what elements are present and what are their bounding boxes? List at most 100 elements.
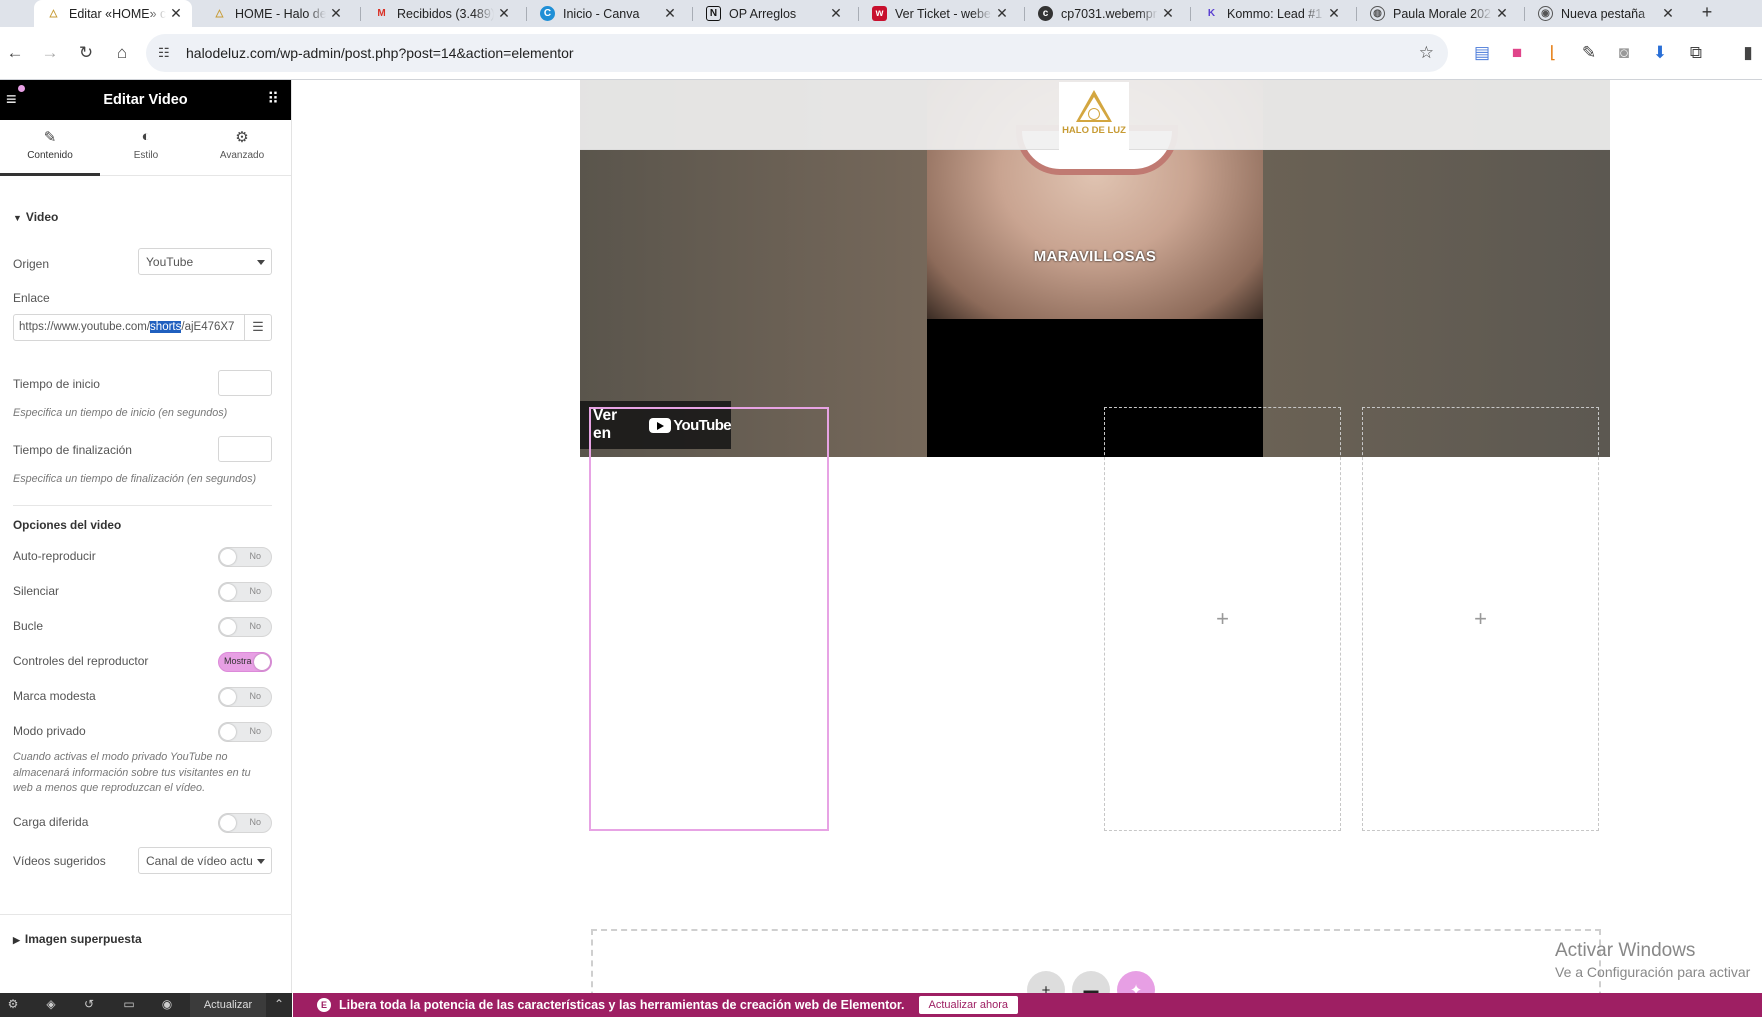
add-widget-plus-icon[interactable]: + [1105,606,1340,632]
tab-op-arreglos[interactable]: N OP Arreglos ✕ [694,0,852,27]
close-tab-icon[interactable]: ✕ [660,5,680,22]
origen-select[interactable]: YouTube [138,248,272,275]
chrome-icon: ◉ [1538,6,1553,21]
responsive-mode-icon[interactable]: ▭ [120,997,138,1015]
empty-column[interactable]: + [1362,407,1599,831]
dynamic-tags-icon[interactable]: ☰ [244,315,271,340]
lazy-load-switch[interactable]: No [218,813,272,833]
tab-estilo[interactable]: ◐ Estilo [96,120,196,176]
settings-icon[interactable]: ⚙ [4,997,22,1015]
origen-label: Origen [13,257,50,271]
toggle-label: Controles del reproductor [13,654,149,668]
extension-eyedropper-icon[interactable]: ✎ [1577,41,1601,65]
forward-icon[interactable]: → [38,41,62,65]
controls-switch[interactable]: Mostra [218,652,272,672]
canva-icon: C [540,6,555,21]
gmail-icon: M [377,8,386,19]
upgrade-now-button[interactable]: Actualizar ahora [918,996,1019,1014]
widgets-grid-icon[interactable]: ⠿ [267,89,279,109]
loop-switch[interactable]: No [218,617,272,637]
section-video-toggle[interactable]: ▼ Video [13,210,58,224]
bookmark-star-icon[interactable]: ☆ [1419,43,1434,63]
tab-canva[interactable]: C Inicio - Canva ✕ [528,0,686,27]
tiempo-inicio-label: Tiempo de inicio [13,377,100,391]
cpanel-icon: c [1038,6,1053,21]
close-tab-icon[interactable]: ✕ [992,5,1012,22]
update-button[interactable]: Actualizar [190,993,266,1017]
gear-icon: ⚙ [235,129,249,146]
site-settings-icon[interactable]: ☷ [158,45,170,61]
tab-editar-home[interactable]: △ Editar «HOME» co ✕ [34,0,192,27]
close-tab-icon[interactable]: ✕ [826,5,846,22]
tab-home-halo[interactable]: △ HOME - Halo de l ✕ [200,0,352,27]
navigator-layers-icon[interactable]: ◈ [42,997,60,1015]
enlace-input-wrap: https://www.youtube.com/shorts/ajE476X7 … [13,314,272,341]
opciones-heading: Opciones del video [13,518,122,532]
close-tab-icon[interactable]: ✕ [1492,5,1512,22]
video-caption: MARAVILLOSAS [1033,248,1157,265]
enlace-input[interactable]: https://www.youtube.com/shorts/ajE476X7 [14,315,244,340]
tiempo-inicio-desc: Especifica un tiempo de inicio (en segun… [13,407,228,419]
side-panel-icon[interactable]: ▮ [1736,41,1760,65]
suggested-videos-select[interactable]: Canal de vídeo actual [138,847,272,874]
panel-header: ≡ Editar Video ⠿ [0,80,291,120]
close-tab-icon[interactable]: ✕ [1158,5,1178,22]
modest-branding-switch[interactable]: No [218,687,272,707]
reload-icon[interactable]: ↻ [74,41,98,65]
tab-contenido[interactable]: ✎ Contenido [0,120,100,176]
extension-color-icon[interactable]: ■ [1505,41,1529,65]
extensions-puzzle-icon[interactable]: ⧉ [1684,41,1708,65]
browser-tab-strip: △ Editar «HOME» co ✕ △ HOME - Halo de l … [0,0,1762,27]
home-icon[interactable]: ⌂ [110,41,134,65]
download-icon[interactable]: ⬇ [1648,41,1672,65]
selected-column[interactable] [589,407,829,831]
privacy-mode-switch[interactable]: No [218,722,272,742]
close-tab-icon[interactable]: ✕ [494,5,514,22]
panel-tabs: ✎ Contenido ◐ Estilo ⚙ Avanzado [0,120,291,176]
suggested-videos-label: Vídeos sugeridos [13,854,106,868]
extension-camera-icon[interactable]: ◙ [1612,41,1636,65]
chevron-up-icon[interactable]: ⌃ [270,997,288,1015]
privacy-mode-desc: Cuando activas el modo privado YouTube n… [13,751,251,794]
section-overlay-toggle[interactable]: ▶ Imagen superpuesta [13,932,142,946]
tab-kommo[interactable]: K Kommo: Lead #1 ✕ [1192,0,1350,27]
tab-gmail[interactable]: M Recibidos (3.489) ✕ [362,0,520,27]
close-tab-icon[interactable]: ✕ [1324,5,1344,22]
tab-paula-morale[interactable]: ◍ Paula Morale 202 ✕ [1358,0,1518,27]
empty-column[interactable]: + [1104,407,1341,831]
preview-eye-icon[interactable]: ◉ [158,997,176,1015]
caret-down-icon: ▼ [13,213,22,223]
toggle-label: Auto-reproducir [13,549,96,563]
tab-ver-ticket[interactable]: w Ver Ticket - weber ✕ [860,0,1018,27]
halo-favicon-icon: △ [215,8,224,19]
tab-cpanel[interactable]: c cp7031.webempr ✕ [1026,0,1184,27]
tab-nueva-pestana[interactable]: ◉ Nueva pestaña ✕ [1526,0,1684,27]
address-bar[interactable]: ☷ halodeluz.com/wp-admin/post.php?post=1… [146,34,1448,72]
toggle-label: Bucle [13,619,44,633]
tab-avanzado[interactable]: ⚙ Avanzado [192,120,292,176]
notification-dot [18,85,25,92]
tiempo-inicio-input[interactable] [218,370,272,396]
halo-de-luz-logo: HALO DE LUZ [1059,82,1129,152]
mute-switch[interactable]: No [218,582,272,602]
caret-right-icon: ▶ [13,935,20,945]
add-widget-plus-icon[interactable]: + [1363,606,1598,632]
tiempo-fin-input[interactable] [218,436,272,462]
toggle-label: Modo privado [13,724,86,738]
webempresa-icon: w [872,6,887,21]
back-icon[interactable]: ← [3,41,27,65]
history-icon[interactable]: ↺ [80,997,98,1015]
extension-translate-icon[interactable]: ▤ [1470,41,1494,65]
extension-ruler-icon[interactable]: ⌊ [1541,41,1565,65]
halo-favicon-icon: △ [49,8,58,19]
close-tab-icon[interactable]: ✕ [1658,5,1678,22]
toggle-label: Silenciar [13,584,60,598]
new-tab-plus-icon[interactable]: + [1696,2,1718,24]
browser-toolbar: ← → ↻ ⌂ ☷ halodeluz.com/wp-admin/post.ph… [0,27,1762,80]
close-tab-icon[interactable]: ✕ [166,5,186,22]
toggle-label: Marca modesta [13,689,96,703]
tiempo-fin-desc: Especifica un tiempo de finalización (en… [13,473,257,485]
panel-title: Editar Video [103,92,188,108]
close-tab-icon[interactable]: ✕ [326,5,346,22]
autoplay-switch[interactable]: No [218,547,272,567]
